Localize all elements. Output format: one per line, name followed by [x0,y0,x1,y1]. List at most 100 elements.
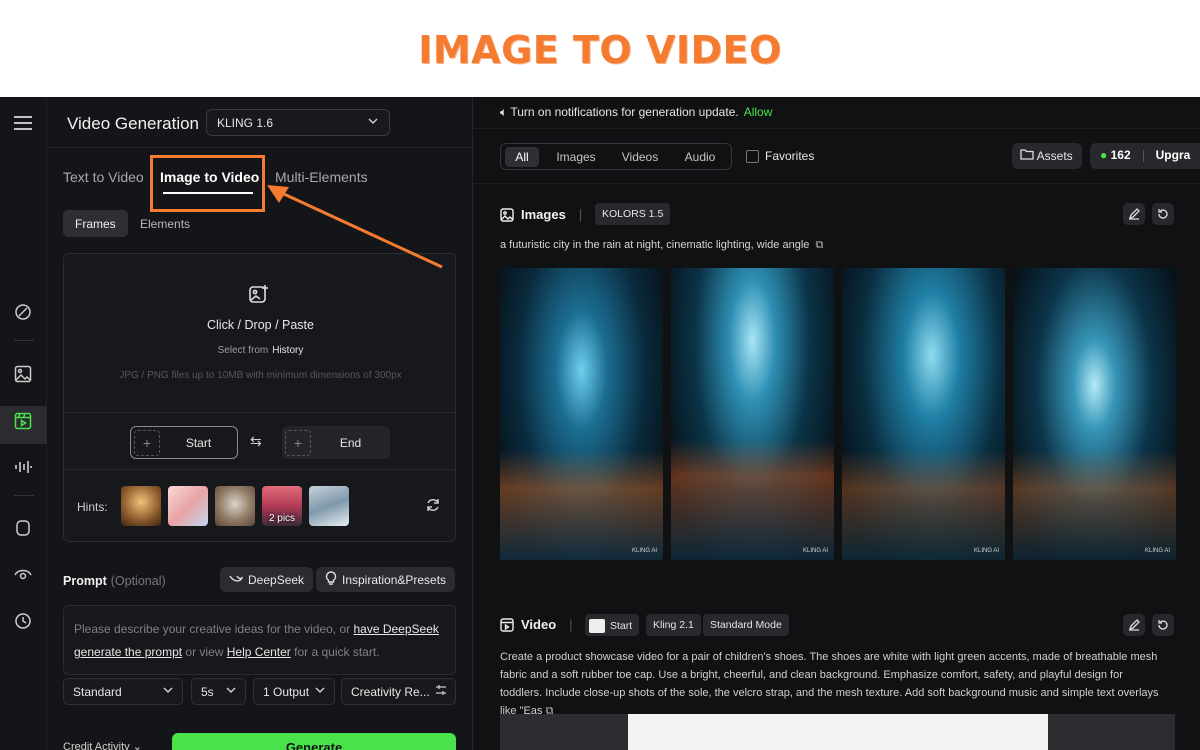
chevron-down-icon [225,684,237,699]
creativity-select[interactable]: Creativity Re... [341,678,456,705]
favorites-checkbox[interactable]: Favorites [746,149,814,163]
plus-icon: + [285,429,311,456]
prompt-placeholder-text: for a quick start. [290,645,380,659]
edit-icon[interactable] [1123,614,1145,636]
start-frame-button[interactable]: + Start [130,426,238,459]
lightbulb-icon [325,571,337,588]
subtab-elements[interactable]: Elements [128,210,202,237]
images-title-text: Images [521,207,566,222]
filter-videos[interactable]: Videos [613,147,667,167]
select-from-label: Select from [217,345,269,356]
mode-select[interactable]: Standard [63,678,183,705]
divider [1142,149,1144,162]
title-separator: | [569,617,573,632]
inspiration-presets-button[interactable]: Inspiration&Presets [316,567,456,592]
panel-title: Video Generation [67,114,200,133]
generate-button[interactable]: Generate [172,733,456,750]
folder-icon [1020,149,1034,163]
checkbox-icon [746,149,759,163]
banner-title: IMAGE TO VIDEO [418,28,782,72]
upload-select-row: Select from History [64,345,457,356]
credit-activity-label: Credit Activity [63,741,130,750]
assets-button[interactable]: Assets [1012,143,1082,169]
image-icon [500,207,514,222]
chevron-down-icon [162,684,174,699]
creativity-value: Creativity Re... [351,685,430,699]
regenerate-icon[interactable] [1152,614,1174,636]
history-link[interactable]: History [272,345,303,356]
upgrade-link[interactable]: Upgra [1156,148,1191,162]
prompt-placeholder-text: Please describe your creative ideas for … [74,622,354,636]
watermark-text: KLING AI [1144,548,1170,554]
generated-image[interactable]: KLING AI [500,268,663,560]
watermark-text: KLING AI [631,548,657,554]
divider [473,183,1200,184]
image-prompt-text: a futuristic city in the rain at night, … [500,239,810,251]
shield-icon[interactable] [12,517,34,539]
audio-wave-icon[interactable] [12,456,34,478]
eye-icon[interactable] [12,564,34,586]
annotation-arrow-icon [267,185,443,269]
credits-badge[interactable]: ● 162 Upgra [1090,143,1200,169]
menu-icon[interactable] [12,112,34,134]
filter-segmented-control: All Images Videos Audio [500,143,732,170]
end-frame-button[interactable]: + End [282,426,390,459]
hint-thumbnail[interactable] [121,486,161,526]
hint-thumbnail[interactable] [215,486,255,526]
generated-image[interactable]: KLING AI [1013,268,1176,560]
results-panel: 🔈︎ Turn on notifications for generation … [473,97,1200,750]
output-count-select[interactable]: 1 Output [253,678,335,705]
model-tag: KOLORS 1.5 [595,203,671,225]
watermark-text: KLING AI [973,548,999,554]
regenerate-icon[interactable] [1152,203,1174,225]
model-select[interactable]: KLING 1.6 [206,109,390,136]
prompt-textarea[interactable]: Please describe your creative ideas for … [63,605,456,675]
refresh-icon[interactable] [425,497,441,518]
plus-icon: + [134,429,160,456]
credit-activity-toggle[interactable]: Credit Activity ⌄ [63,740,142,750]
video-icon [500,617,514,632]
prompt-placeholder-text: or view [182,645,227,659]
hint-thumbnail-more[interactable]: 2 pics [262,486,302,526]
highlight-box [150,155,265,212]
filter-images[interactable]: Images [547,147,605,167]
subtab-frames[interactable]: Frames [63,210,128,237]
watermark-text: KLING AI [802,548,828,554]
filter-all[interactable]: All [505,147,539,167]
deepseek-button[interactable]: DeepSeek [220,567,314,592]
prompt-optional: (Optional) [110,574,166,588]
start-frame-thumb [589,619,605,633]
chevron-down-icon [367,115,379,130]
video-section-title: Video | [500,617,579,632]
magic-icon[interactable] [12,301,34,323]
favorites-label: Favorites [765,149,815,163]
hint-thumbnail[interactable] [309,486,349,526]
generated-image[interactable]: KLING AI [671,268,834,560]
video-icon[interactable] [12,410,34,432]
generated-image[interactable]: KLING AI [842,268,1005,560]
credits-count: 162 [1110,148,1131,162]
chevron-down-icon: ⌄ [132,741,142,750]
notification-text: Turn on notifications for generation upd… [510,105,739,119]
mode-tag: Standard Mode [703,614,789,636]
help-center-link[interactable]: Help Center [227,645,291,659]
generation-panel: Video Generation KLING 1.6 Text to Video… [47,97,473,750]
copy-icon[interactable]: ⧉ [815,239,823,251]
filter-audio[interactable]: Audio [675,147,725,167]
edit-icon[interactable] [1123,203,1145,225]
image-icon[interactable] [12,363,34,385]
video-title-text: Video [521,617,557,632]
upload-action-text: Click / Drop / Paste [207,318,314,332]
rail-divider [14,495,34,496]
upload-dropzone[interactable]: Click / Drop / Paste Select from History … [63,253,457,542]
tab-text-to-video[interactable]: Text to Video [63,169,144,185]
video-preview[interactable] [500,714,1175,750]
swap-icon[interactable]: ⇆ [250,433,262,450]
credits-icon: ● [1100,148,1108,162]
allow-notifications-link[interactable]: Allow [744,105,773,119]
history-icon[interactable] [12,610,34,632]
title-separator: | [578,207,583,222]
duration-select[interactable]: 5s [191,678,246,705]
hint-thumbnail[interactable] [168,486,208,526]
start-frame-tag: Start [585,614,640,636]
